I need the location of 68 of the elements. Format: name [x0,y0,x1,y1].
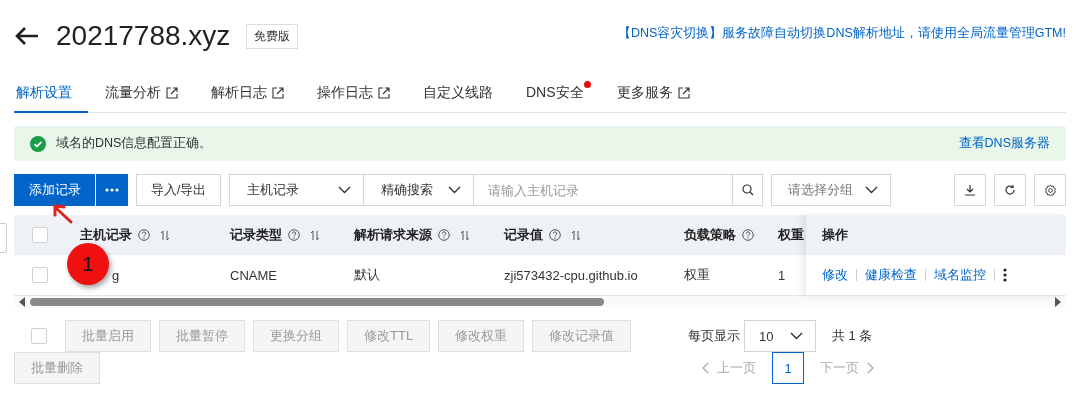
check-circle-icon [30,135,46,152]
column-header: 操作 [822,226,848,244]
action-link[interactable]: 健康检查 [865,266,917,284]
sort-icon[interactable] [460,229,470,241]
settings-button[interactable] [1034,174,1066,206]
settings-icon [1043,183,1057,197]
checkbox[interactable] [31,328,47,344]
chevron-down-icon [338,186,351,194]
tab[interactable]: 解析设置 [14,75,88,113]
group-select[interactable]: 请选择分组 [771,174,891,206]
table-cell: 权重 [684,266,710,284]
tab[interactable]: 流量分析 [89,75,194,111]
table-cell: zji573432-cpu.github.io [504,267,638,283]
annotation-badge: 1 [67,243,109,285]
promo-link[interactable]: 【DNS容灾切换】服务故障自动切换DNS解析地址，请使用全局流量管理GTM! [617,25,1066,42]
annotation-arrow [52,203,74,225]
column-header: 权重 [778,226,804,244]
alert-message: 域名的DNS信息配置正确。 [56,135,213,152]
tab[interactable]: 解析日志 [195,75,300,111]
column-header: 记录值 [504,226,543,244]
column-header: 负载策略 [684,226,736,244]
checkbox[interactable] [32,227,48,243]
total-count: 共 1 条 [832,327,873,345]
horizontal-scrollbar[interactable] [14,296,1066,308]
more-vertical-icon[interactable] [1003,268,1007,282]
sort-icon[interactable] [571,229,581,241]
table-cell: CNAME [230,267,277,283]
column-header: 记录类型 [230,226,282,244]
back-arrow-icon[interactable] [14,26,40,46]
field-select[interactable]: 主机记录 [229,174,364,206]
scroll-right-icon[interactable] [1054,297,1062,307]
column-header: 解析请求来源 [354,226,432,244]
search-icon [741,184,754,196]
chevron-down-icon [865,186,878,194]
action-link[interactable]: 修改 [822,266,848,284]
table-cell-text: g [111,267,120,283]
tab[interactable]: 自定义线路 [407,75,509,111]
table-cell: 默认 [354,266,380,284]
search-button[interactable] [732,174,763,206]
chevron-left-icon [701,362,709,374]
view-dns-servers-link[interactable]: 查看DNS服务器 [958,135,1050,152]
scroll-left-icon[interactable] [18,297,26,307]
import-export-button[interactable]: 导入/导出 [136,174,221,206]
chevron-right-icon [867,362,875,374]
tab[interactable]: DNS安全 [510,75,600,111]
add-record-button[interactable]: 添加记录 [14,174,95,206]
checkbox[interactable] [32,267,48,283]
domain-title: 20217788.xyz [56,20,231,52]
page-size-label: 每页显示 [688,327,740,345]
refresh-icon [1004,184,1016,196]
chevron-down-icon [448,186,461,194]
more-icon [105,188,119,192]
chevron-down-icon [790,332,803,340]
table-cell: 1 [778,267,786,283]
edition-badge: 免费版 [246,23,299,49]
tab[interactable]: 更多服务 [600,75,706,111]
download-icon [964,184,976,196]
page-button[interactable]: 1 [772,352,804,384]
download-button[interactable] [954,174,986,206]
tab[interactable]: 操作日志 [301,75,406,111]
search-field[interactable]: 请输入主机记录 [473,174,732,206]
page-size-select[interactable]: 10 [744,320,816,352]
action-link[interactable]: 域名监控 [934,266,986,284]
sort-icon[interactable] [310,229,320,241]
refresh-button[interactable] [994,174,1026,206]
sort-icon[interactable] [160,229,170,241]
column-header: 主机记录 [80,226,132,244]
match-select[interactable]: 精确搜索 [363,174,474,206]
